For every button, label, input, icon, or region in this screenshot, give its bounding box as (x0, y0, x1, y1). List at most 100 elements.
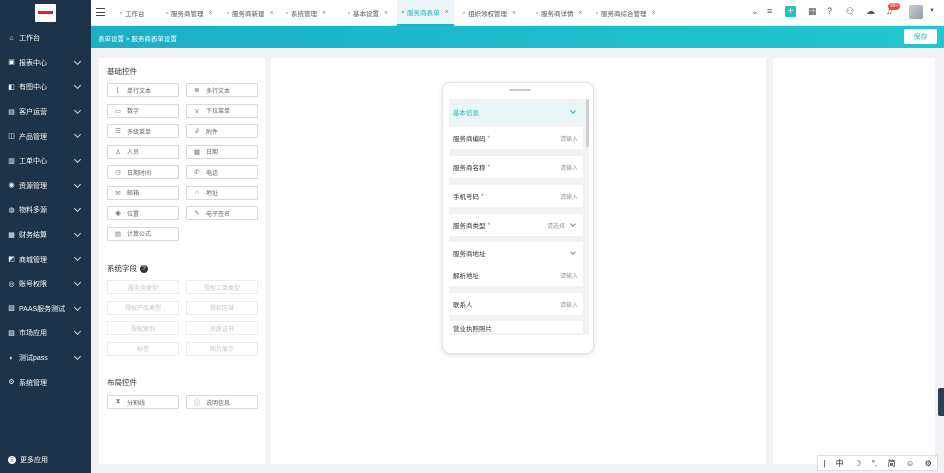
add-button[interactable]: + (785, 6, 796, 17)
tab-item[interactable]: 服务商新建 × (222, 0, 279, 26)
form-field-row[interactable]: 服务商类型 * 请选择 (449, 214, 583, 236)
more-apps-label: 更多应用 (20, 457, 48, 464)
tab-item[interactable]: 服务商表单 × (397, 0, 454, 26)
tab-label: 服务商管理 (171, 11, 204, 18)
sidebar-item[interactable]: ⚙ 系统管理 (0, 370, 91, 395)
control-item[interactable]: 服务商类型 (107, 280, 179, 294)
ime-button[interactable]: ☽ (854, 459, 861, 468)
control-item[interactable]: 图片展示 (186, 341, 258, 356)
control-item[interactable]: ∨ 下拉菜单 (186, 103, 258, 118)
chevron-down-icon[interactable]: ⌄ (751, 7, 759, 16)
help-icon[interactable]: ? (140, 265, 148, 274)
field-label: 解析地址 (453, 273, 479, 280)
control-item[interactable]: 标签 (107, 341, 179, 356)
close-icon[interactable]: × (384, 10, 388, 17)
control-item[interactable]: ◉ 位置 (107, 206, 179, 220)
sidebar-item[interactable]: ▤ 客户运营 (0, 100, 91, 125)
save-button[interactable]: 保存 (904, 29, 937, 44)
tab-item[interactable]: 服务商综合管理 × (591, 0, 661, 26)
tab-item[interactable]: 服务商详情 × (531, 0, 588, 26)
close-icon[interactable]: × (209, 10, 213, 17)
ime-button[interactable]: °, (872, 459, 877, 468)
sidebar-item[interactable]: ◩ 商城管理 (0, 247, 91, 272)
control-item[interactable]: ⧗ 分割线 (107, 395, 179, 409)
sidebar-item[interactable]: ◎ 账号权限 (0, 272, 91, 297)
control-item[interactable]: ≣ 多行文本 (186, 83, 258, 97)
ime-button[interactable]: 简 (888, 458, 896, 469)
control-item[interactable]: ▭ 数字 (107, 103, 179, 118)
form-field-row[interactable]: 服务商名称 * 请输入 (449, 156, 583, 178)
control-item[interactable]: 授权产品类型 (107, 300, 179, 315)
form-field-row[interactable]: 营业执照照片 (449, 321, 583, 333)
tab-item[interactable]: 系统管理 × (281, 0, 331, 26)
form-field-row[interactable]: 解析地址 请输入 (449, 264, 583, 286)
sidebar-item[interactable]: ▥ 工单中心 (0, 149, 91, 174)
tab-item[interactable]: 工作台 (115, 0, 150, 26)
control-item[interactable]: ▤ 计算公式 (107, 226, 179, 241)
sidebar-item[interactable]: ◍ 物料多源 (0, 198, 91, 223)
more-apps-button[interactable]: ⠿ 更多应用 (8, 455, 48, 465)
close-icon[interactable]: × (270, 10, 274, 17)
close-icon[interactable]: × (512, 10, 516, 17)
control-item[interactable]: 授权案例 (107, 321, 179, 335)
form-field-row[interactable]: 联系人 请输入 (449, 293, 583, 315)
help-icon[interactable]: ? (827, 7, 832, 16)
control-item[interactable]: ✎ 电子签名 (186, 206, 258, 220)
caret-down-icon[interactable]: ▼ (929, 8, 935, 14)
sidebar-item[interactable]: ▨ 市场应用 (0, 321, 91, 346)
sidebar-item[interactable]: ◉ 资源管理 (0, 174, 91, 199)
tab-item[interactable]: 基本设置 × (343, 0, 393, 26)
control-item[interactable]: ∂ 附件 (186, 124, 258, 138)
control-item[interactable]: 授权工单类型 (186, 280, 258, 294)
avatar[interactable] (909, 5, 923, 19)
field-label: 服务商类型 (453, 223, 486, 230)
menu-toggle-icon[interactable] (96, 8, 105, 16)
breadcrumb: 表单设置 > 服务商表单设置 (98, 36, 177, 43)
control-item[interactable]: ◷ 日期时间 (107, 165, 179, 179)
chevron-down-icon (570, 249, 576, 255)
form-field-row[interactable]: 服务商编码 * 请输入 (449, 127, 583, 149)
sidebar-item-label: 产品管理 (19, 133, 47, 141)
ime-button[interactable]: ⚙ (925, 459, 932, 468)
preview-group-header[interactable]: 基本信息 (449, 101, 583, 123)
sidebar-item[interactable]: ◐ 测试pass (0, 346, 91, 371)
control-item[interactable]: ⓘ 说明信息 (186, 395, 258, 409)
lamp-icon[interactable]: ⚇ (846, 7, 854, 16)
control-label: 多行文本 (206, 88, 231, 95)
side-handle[interactable] (938, 388, 944, 416)
close-icon[interactable]: × (445, 9, 449, 16)
tab-item[interactable]: 组织领权管理 × (458, 0, 521, 26)
sidebar-item[interactable]: ◫ 产品管理 (0, 124, 91, 149)
sidebar-item[interactable]: ◧ 有图中心 (0, 75, 91, 100)
ime-button[interactable]: ☺ (906, 459, 914, 468)
ime-button[interactable]: 中 (836, 458, 844, 469)
control-item[interactable]: ✆ 电话 (186, 165, 258, 179)
control-item[interactable]: 资质证书 (186, 321, 258, 335)
form-field-row[interactable]: 服务商地址 (449, 242, 583, 264)
control-item[interactable]: ⌊ 单行文本 (107, 83, 179, 97)
close-icon[interactable]: × (322, 10, 326, 17)
layout-controls-title: 布局控件 (107, 378, 137, 387)
form-field-row[interactable]: 手机号码 * 请输入 (449, 185, 583, 207)
sidebar-item[interactable]: ▦ 财务结算 (0, 223, 91, 248)
control-item[interactable]: ▦ 日期 (186, 144, 258, 159)
sidebar-item[interactable]: ▣ 报表中心 (0, 51, 91, 76)
preview-scrollbar[interactable] (586, 99, 589, 147)
control-item[interactable]: ✉ 邮箱 (107, 185, 179, 200)
sidebar-item-label: 市场应用 (19, 330, 47, 338)
control-item[interactable]: ☰ 多级菜单 (107, 124, 179, 138)
control-item[interactable]: ♙ 人员 (107, 144, 179, 159)
calendar-icon[interactable]: ▦ (808, 7, 817, 16)
sidebar-item[interactable]: ▧ PAAS服务测试 (0, 297, 91, 322)
control-item[interactable]: ⌂ 地址 (186, 185, 258, 200)
control-item[interactable]: 授权区域 (186, 300, 258, 315)
close-icon[interactable]: × (579, 10, 583, 17)
chevron-down-icon (73, 328, 82, 336)
tab-item[interactable]: 服务商管理 × (161, 0, 218, 26)
list-icon[interactable]: ≡ (767, 7, 772, 16)
sidebar-item[interactable]: ⌂ 工作台 (0, 26, 91, 51)
close-icon[interactable]: × (652, 10, 656, 17)
cloud-icon[interactable]: ☁ (866, 7, 875, 16)
preview-screen[interactable]: 基本信息 服务商编码 * 请输入 服务商名称 * 请输入 手机号码 * 请输入 服务商类型 * 请选择… (449, 99, 589, 335)
chevron-down-icon (73, 180, 82, 188)
